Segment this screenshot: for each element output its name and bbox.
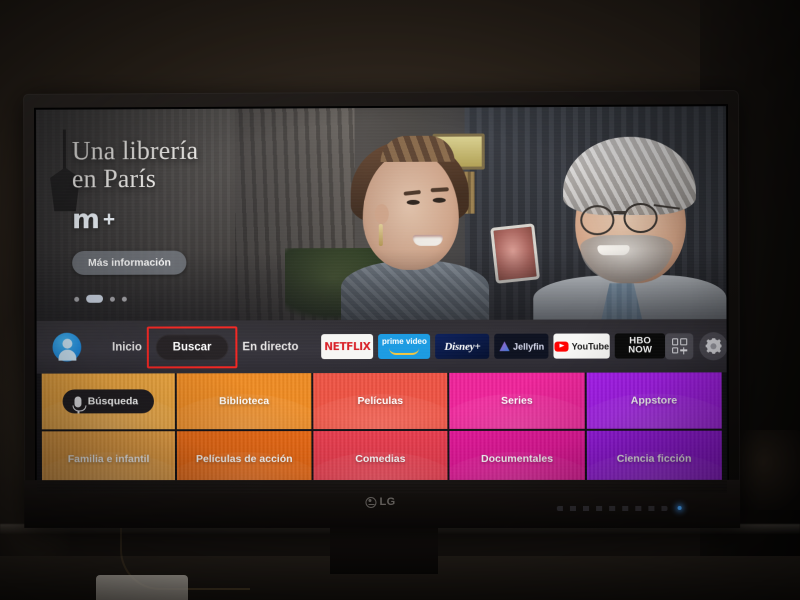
tile-label: Series <box>501 394 533 407</box>
tile-ciencia-ficcion[interactable]: Ciencia ficción <box>586 430 722 487</box>
tv-bottom-bezel: LG <box>24 479 741 529</box>
app-disney-plus-logo[interactable]: Disney+ <box>435 333 490 359</box>
tile-label: Películas <box>357 394 404 408</box>
settings-button[interactable] <box>699 331 727 360</box>
grid-cell <box>671 346 679 354</box>
hero-banner[interactable]: Una librería en París m + Más informació… <box>36 106 727 321</box>
tile-label: Biblioteca <box>219 395 270 408</box>
grid-cell <box>680 338 688 345</box>
brand-logo-plus: + <box>102 207 116 231</box>
tile-biblioteca[interactable]: Biblioteca <box>177 373 312 430</box>
nav-right-controls <box>665 331 727 360</box>
hero-copy-block: Una librería en París m + Más informació… <box>71 135 199 276</box>
carousel-dot[interactable] <box>74 296 80 302</box>
app-shortcut-row: NETFLIX prime video Disney+ Jellyfin You… <box>321 333 666 360</box>
tile-series[interactable]: Series <box>449 372 585 429</box>
tile-busqueda[interactable]: Búsqueda <box>41 373 176 430</box>
tile-documentales[interactable]: Documentales <box>449 430 585 487</box>
carousel-indicator[interactable] <box>74 294 127 303</box>
tile-label: Familia e infantil <box>67 453 150 466</box>
table-object <box>96 575 188 600</box>
app-jellyfin-logo[interactable]: Jellyfin <box>494 333 549 359</box>
apps-grid-plus-icon[interactable] <box>665 332 694 359</box>
movistar-plus-logo-icon: m + <box>71 204 199 236</box>
app-jellyfin-label: Jellyfin <box>513 341 545 352</box>
tile-label: Ciencia ficción <box>616 452 692 465</box>
category-tile-grid: Búsqueda Biblioteca Películas Series App… <box>36 372 727 494</box>
nav-item-inicio[interactable]: Inicio <box>101 341 153 353</box>
carousel-dot[interactable] <box>121 296 127 302</box>
ir-sensor-strip <box>556 505 668 511</box>
tile-appstore[interactable]: Appstore <box>586 372 722 429</box>
tv-bezel: Una librería en París m + Más informació… <box>23 90 741 529</box>
lg-brand-text: LG <box>379 495 396 509</box>
standby-led-indicator <box>677 505 682 510</box>
brand-logo-letter: m <box>71 204 101 236</box>
room-right-object <box>735 430 800 510</box>
grid-glyph <box>671 338 688 354</box>
app-youtube-logo[interactable]: YouTube <box>553 333 611 359</box>
tile-label: Appstore <box>630 394 678 407</box>
app-prime-video-logo[interactable]: prime video <box>378 333 431 360</box>
tile-label: Documentales <box>481 452 554 465</box>
voice-search-label: Búsqueda <box>87 395 139 408</box>
app-prime-video-label: prime video <box>381 337 427 347</box>
grid-plus-cell <box>680 347 687 354</box>
tv-stand <box>330 528 438 574</box>
tile-label: Comedias <box>355 452 406 466</box>
gear-icon <box>706 338 722 354</box>
tile-peliculas-de-accion[interactable]: Películas de acción <box>177 431 312 488</box>
main-nav-bar: Inicio Buscar En directo NETFLIX prime v… <box>36 319 727 374</box>
lg-brand-logo: LG <box>365 495 396 509</box>
nav-item-buscar-wrapper: Buscar <box>146 325 238 368</box>
tile-row-1: Búsqueda Biblioteca Películas Series App… <box>37 372 727 431</box>
user-avatar-icon[interactable] <box>52 332 82 362</box>
room-photo-background: Una librería en París m + Más informació… <box>0 0 800 600</box>
app-netflix-logo[interactable]: NETFLIX <box>321 334 374 360</box>
tile-label: Películas de acción <box>195 453 293 466</box>
tile-peliculas[interactable]: Películas <box>313 372 448 430</box>
prime-smile-icon <box>389 347 420 355</box>
app-youtube-label: YouTube <box>571 340 610 352</box>
grid-cell <box>671 338 679 345</box>
lg-circle-logo-icon <box>365 496 377 508</box>
app-hbo-line2: NOW <box>628 343 653 355</box>
app-hbo-now-logo[interactable]: HBO NOW <box>614 333 666 359</box>
hero-title: Una librería en París <box>71 135 199 193</box>
tile-comedias[interactable]: Comedias <box>313 430 448 488</box>
more-info-button[interactable]: Más información <box>72 250 187 276</box>
microphone-icon <box>74 395 82 407</box>
youtube-play-icon <box>554 341 569 352</box>
tile-familia-e-infantil[interactable]: Familia e infantil <box>41 431 176 488</box>
voice-search-button[interactable]: Búsqueda <box>62 389 155 414</box>
tv-screen: Una librería en París m + Más informació… <box>36 106 727 494</box>
jellyfin-mark-icon <box>499 341 510 352</box>
tv-panel-frame: Una librería en París m + Más informació… <box>34 104 730 515</box>
nav-item-en-directo[interactable]: En directo <box>231 341 309 353</box>
carousel-dot-active[interactable] <box>86 294 104 303</box>
nav-item-buscar[interactable]: Buscar <box>155 333 229 360</box>
carousel-dot[interactable] <box>109 296 115 302</box>
